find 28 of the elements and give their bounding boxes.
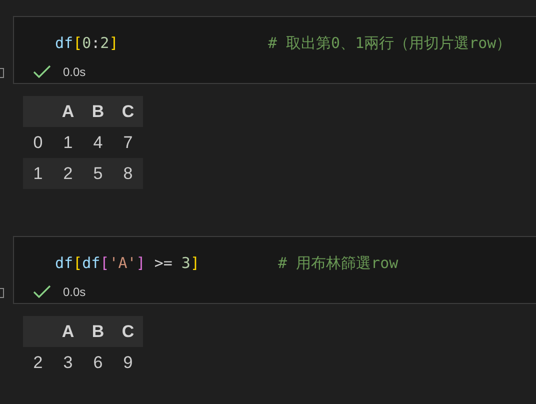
- code-cell[interactable]: df[df['A'] >= 3] # 用布林篩選row 0.0s: [13, 236, 536, 304]
- row-index: 1: [23, 158, 53, 189]
- code-line: df[0:2]: [55, 34, 120, 52]
- table-cell: 3: [53, 347, 83, 378]
- table-cell: 7: [113, 127, 143, 158]
- table-cell: 2: [53, 158, 83, 189]
- table-cell: 6: [83, 347, 113, 378]
- code-line: df[df['A'] >= 3]: [55, 254, 200, 272]
- column-header: A: [53, 96, 83, 127]
- column-header: C: [113, 316, 143, 347]
- code-comment: # 用布林篩選row: [278, 254, 398, 272]
- column-header: A: [53, 316, 83, 347]
- column-header: B: [83, 96, 113, 127]
- row-index: 2: [23, 347, 53, 378]
- execution-time: 0.0s: [63, 65, 86, 79]
- code-comment: # 取出第0、1兩行（用切片選row）: [268, 34, 512, 52]
- column-header: C: [113, 96, 143, 127]
- table-cell: 8: [113, 158, 143, 189]
- column-header: B: [83, 316, 113, 347]
- gutter-bracket-icon: [0, 288, 4, 298]
- table-cell: 9: [113, 347, 143, 378]
- row-index: 0: [23, 127, 53, 158]
- table-cell: 5: [83, 158, 113, 189]
- table-cell: 4: [83, 127, 113, 158]
- code-cell[interactable]: df[0:2] # 取出第0、1兩行（用切片選row） 0.0s: [13, 16, 536, 84]
- gutter-bracket-icon: [0, 68, 4, 78]
- execution-time: 0.0s: [63, 285, 86, 299]
- table-cell: 1: [53, 127, 83, 158]
